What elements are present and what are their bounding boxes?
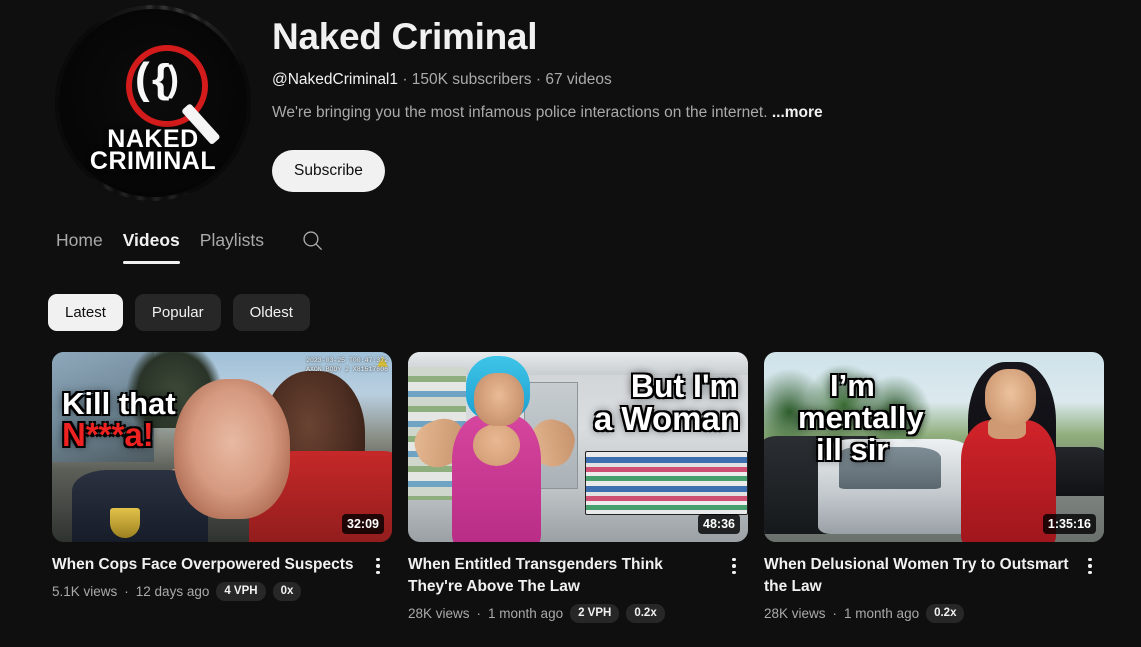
thumbnail-figure-chest <box>472 424 521 466</box>
video-stats: 28K views · 1 month ago 2 VPH 0.2x <box>408 604 714 623</box>
video-options-menu-icon[interactable] <box>722 554 746 578</box>
thumbnail-trees <box>764 359 975 447</box>
video-duration-badge: 32:09 <box>342 514 384 534</box>
channel-avatar[interactable]: ( { ) NAKED CRIMINAL <box>55 5 251 201</box>
video-meta: When Cops Face Overpowered Suspects 5.1K… <box>52 542 392 601</box>
thumbnail-figure-one <box>174 378 290 520</box>
video-card[interactable]: I’m mentally ill sir 1:35:16 When Delusi… <box>764 352 1104 623</box>
channel-header: ( { ) NAKED CRIMINAL Naked Criminal @Nak… <box>0 0 1141 205</box>
avatar-logo-line2: CRIMINAL <box>89 147 217 175</box>
video-duration-badge: 48:36 <box>698 514 740 534</box>
filter-chip-popular[interactable]: Popular <box>134 294 221 331</box>
channel-handle: @NakedCriminal1 <box>272 71 398 88</box>
youtube-channel-page: ( { ) NAKED CRIMINAL Naked Criminal @Nak… <box>0 0 1141 647</box>
channel-title: Naked Criminal <box>272 16 538 57</box>
filter-chip-oldest[interactable]: Oldest <box>232 294 310 331</box>
meta-separator-1: · <box>402 71 408 88</box>
more-link[interactable]: ...more <box>772 104 823 121</box>
logo-glyph-right: ) <box>167 58 179 99</box>
search-icon <box>303 230 322 250</box>
channel-description-text: We're bringing you the most infamous pol… <box>272 104 768 121</box>
tab-playlists[interactable]: Playlists <box>190 218 274 262</box>
video-age: 1 month ago <box>844 605 920 621</box>
video-badge-multiplier: 0.2x <box>926 604 965 623</box>
video-grid: 2023-03-25 T00:47:372 AXON BODY 2 X81517… <box>52 352 1104 623</box>
meta-separator-2: · <box>535 71 542 88</box>
stats-separator: · <box>832 605 838 621</box>
video-badge-multiplier: 0x <box>272 582 302 601</box>
channel-tabs: Home Videos Playlists <box>0 218 1141 266</box>
tab-home[interactable]: Home <box>46 218 113 262</box>
channel-meta: @NakedCriminal1 · 150K subscribers · 67 … <box>272 70 1102 90</box>
video-views: 28K views <box>408 605 470 621</box>
video-meta: When Delusional Women Try to Outsmart th… <box>764 542 1104 623</box>
video-title[interactable]: When Delusional Women Try to Outsmart th… <box>764 554 1070 598</box>
thumbnail-bodycam-stamp: 2023-03-25 T00:47:372 AXON BODY 2 X81517… <box>306 356 388 374</box>
video-views: 28K views <box>764 605 826 621</box>
video-badge-vph: 4 VPH <box>216 582 266 601</box>
video-meta: When Entitled Transgenders Think They're… <box>408 542 748 623</box>
channel-description[interactable]: We're bringing you the most infamous pol… <box>272 103 1102 123</box>
video-stats: 5.1K views · 12 days ago 4 VPH 0x <box>52 582 358 601</box>
channel-info: Naked Criminal @NakedCriminal1 · 150K su… <box>272 14 1102 123</box>
video-options-menu-icon[interactable] <box>366 554 390 578</box>
stats-separator: · <box>476 605 482 621</box>
video-age: 12 days ago <box>135 583 210 599</box>
video-duration-badge: 1:35:16 <box>1042 514 1096 534</box>
search-button[interactable] <box>300 218 325 262</box>
subscribe-button[interactable]: Subscribe <box>272 150 385 192</box>
video-title[interactable]: When Cops Face Overpowered Suspects <box>52 554 358 576</box>
filter-chip-latest[interactable]: Latest <box>48 294 123 331</box>
video-options-menu-icon[interactable] <box>1078 554 1102 578</box>
video-views: 5.1K views <box>52 583 118 599</box>
stats-separator: · <box>124 583 129 599</box>
thumbnail-figure-face <box>474 372 524 427</box>
thumbnail-figure-face <box>985 369 1036 427</box>
video-stats: 28K views · 1 month ago 0.2x <box>764 604 1070 623</box>
tab-videos[interactable]: Videos <box>113 218 190 264</box>
video-count: 67 videos <box>545 71 612 88</box>
sort-filter-chips: Latest Popular Oldest <box>48 294 310 331</box>
video-thumbnail[interactable]: But I'm a Woman 48:36 <box>408 352 748 542</box>
video-badge-multiplier: 0.2x <box>626 604 665 623</box>
thumbnail-shelf-right <box>584 450 748 516</box>
logo-glyph-left: ( <box>135 54 150 103</box>
video-thumbnail[interactable]: I’m mentally ill sir 1:35:16 <box>764 352 1104 542</box>
video-age: 1 month ago <box>488 605 564 621</box>
bodycam-stamp-line2: AXON BODY 2 X81517606 <box>306 366 388 373</box>
video-card[interactable]: But I'm a Woman 48:36 When Entitled Tran… <box>408 352 748 623</box>
bodycam-stamp-line1: 2023-03-25 T00:47:372 <box>306 357 388 364</box>
video-title[interactable]: When Entitled Transgenders Think They're… <box>408 554 714 598</box>
video-badge-vph: 2 VPH <box>570 604 620 623</box>
thumbnail-car-window <box>838 447 941 489</box>
subscriber-count: 150K subscribers <box>411 71 532 88</box>
video-card[interactable]: 2023-03-25 T00:47:372 AXON BODY 2 X81517… <box>52 352 392 623</box>
video-thumbnail[interactable]: 2023-03-25 T00:47:372 AXON BODY 2 X81517… <box>52 352 392 542</box>
